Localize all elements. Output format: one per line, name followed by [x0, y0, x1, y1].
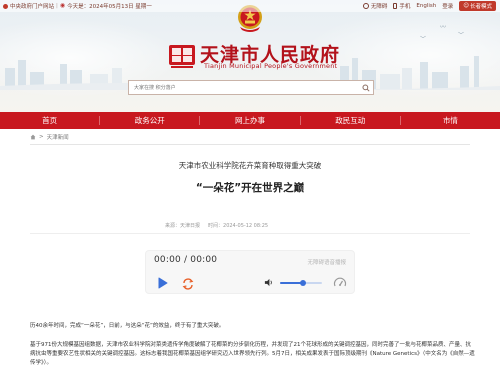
nav-city-info[interactable]: 市情 [401, 115, 500, 126]
divider: | [56, 3, 58, 9]
volume-handle[interactable] [300, 280, 307, 286]
tts-label: 无障碍语音播报 [307, 260, 346, 266]
bird-icon: ﹀ [458, 32, 465, 39]
home-icon[interactable] [30, 134, 36, 140]
play-icon [158, 277, 167, 289]
search-button[interactable] [359, 81, 373, 94]
site-title-english: Tianjin Municipal People's Government [204, 62, 338, 70]
article-title: “一朵花”开在世界之巅 [195, 182, 305, 194]
audio-player: 00:00 / 00:00 无障碍语音播报 [145, 250, 355, 294]
digital-tianjin-seal-icon [169, 45, 195, 68]
login-link[interactable]: 登录 [442, 2, 453, 10]
nav-interaction[interactable]: 政民互动 [301, 115, 400, 126]
mobile-link[interactable]: 手机 [393, 2, 410, 10]
loop-icon [182, 278, 194, 290]
loop-button[interactable] [181, 276, 195, 290]
date-text: ◉ 今天是：2024年05月13日 星期一 [59, 2, 152, 11]
bird-icon: ﹀ [420, 36, 427, 43]
gov-portal-link[interactable]: 中央政府门户网站 [3, 2, 54, 10]
article-time: 时间：2024-05-12 08:25 [208, 223, 269, 229]
top-info-bar: 中央政府门户网站 | ◉ 今天是：2024年05月13日 星期一 无障碍 手机 … [0, 0, 500, 12]
accessibility-link[interactable]: 无障碍 [362, 2, 387, 10]
article-meta: 来源：天津日报 时间：2024-05-12 08:25 [165, 222, 268, 229]
search-input[interactable] [129, 81, 359, 94]
breadcrumb-separator: > [39, 134, 44, 140]
duration: 00:00 [190, 255, 218, 265]
elder-mode-button[interactable]: ☺ 长者模式 [459, 1, 496, 11]
divider [30, 233, 470, 234]
search-box [128, 80, 374, 95]
nav-public-affairs[interactable]: 政务公开 [100, 115, 199, 126]
site-header: 〰 ﹀ ﹀ 天津市人民政府 Tianjin Municipal People's… [0, 0, 500, 112]
article-source: 来源：天津日报 [165, 223, 201, 229]
volume-slider[interactable] [280, 280, 322, 286]
speed-icon[interactable] [333, 276, 347, 289]
elder-icon: ☺ [463, 3, 469, 9]
breadcrumb: > 天津新闻 [30, 133, 69, 141]
search-icon [362, 83, 370, 92]
divider [30, 144, 470, 145]
volume-icon[interactable] [264, 278, 273, 287]
article-subtitle: 天津市农业科学院花卉菜育种取得重大突破 [178, 161, 322, 170]
location-pin-icon: ◉ [59, 2, 66, 9]
phone-icon [393, 3, 398, 9]
article-lead: 历40余年时间，完成“一朵花”，日前，与这朵“花”的效益，终于有了重大突破。 [30, 323, 225, 329]
current-time: 00:00 [154, 255, 181, 265]
nav-online-services[interactable]: 网上办事 [200, 115, 299, 126]
play-button[interactable] [155, 276, 169, 290]
english-link[interactable]: English [416, 3, 436, 9]
player-time: 00:00 / 00:00 [154, 255, 218, 265]
main-nav: 首页 政务公开 网上办事 政民互动 市情 [0, 112, 500, 129]
nav-home[interactable]: 首页 [0, 115, 99, 126]
article-paragraph: 基于971份大规模基因组数据，天津市农业科学院对菜类遗传学角度破解了花椰菜的分步… [30, 342, 475, 366]
breadcrumb-current[interactable]: 天津新闻 [47, 133, 69, 141]
emblem-dot-icon [3, 3, 8, 9]
bird-icon: 〰 [440, 24, 447, 31]
accessibility-icon [362, 3, 369, 9]
